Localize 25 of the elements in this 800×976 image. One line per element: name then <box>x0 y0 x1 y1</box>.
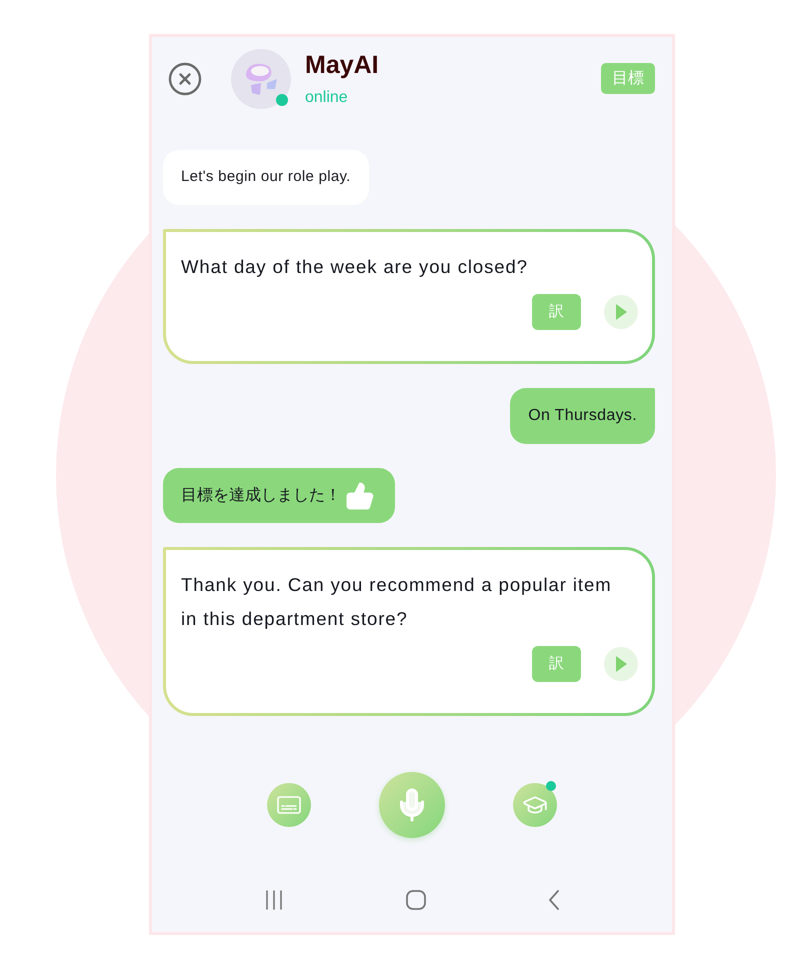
subtitles-icon <box>277 796 301 814</box>
microphone-button[interactable] <box>379 772 445 838</box>
translate-button[interactable]: 訳 <box>532 294 581 330</box>
question-text: What day of the week are you closed? <box>181 255 528 279</box>
avatar-icon <box>231 49 291 109</box>
course-button[interactable] <box>513 783 557 827</box>
question-text: Thank you. Can you recommend a popular item in this department store? <box>181 573 613 631</box>
close-button[interactable] <box>167 61 203 97</box>
contact-name: MayAI <box>305 50 379 80</box>
goal-button[interactable]: 目標 <box>601 63 655 94</box>
subtitles-button[interactable] <box>267 783 311 827</box>
message-text: Let's begin our role play. <box>181 167 351 188</box>
home-icon[interactable] <box>406 890 426 910</box>
status-text: online <box>305 88 349 108</box>
reply-text: On Thursdays. <box>528 406 637 426</box>
thumbs-up-icon <box>345 480 375 510</box>
play-icon <box>616 656 626 672</box>
achievement-text: 目標を達成しました！ <box>181 486 341 506</box>
play-button[interactable] <box>604 647 638 681</box>
play-icon <box>616 304 626 320</box>
play-button[interactable] <box>604 295 638 329</box>
recent-apps-icon[interactable] <box>264 890 284 910</box>
translate-button[interactable]: 訳 <box>532 646 581 682</box>
close-icon <box>167 60 203 98</box>
back-icon[interactable] <box>548 890 560 910</box>
